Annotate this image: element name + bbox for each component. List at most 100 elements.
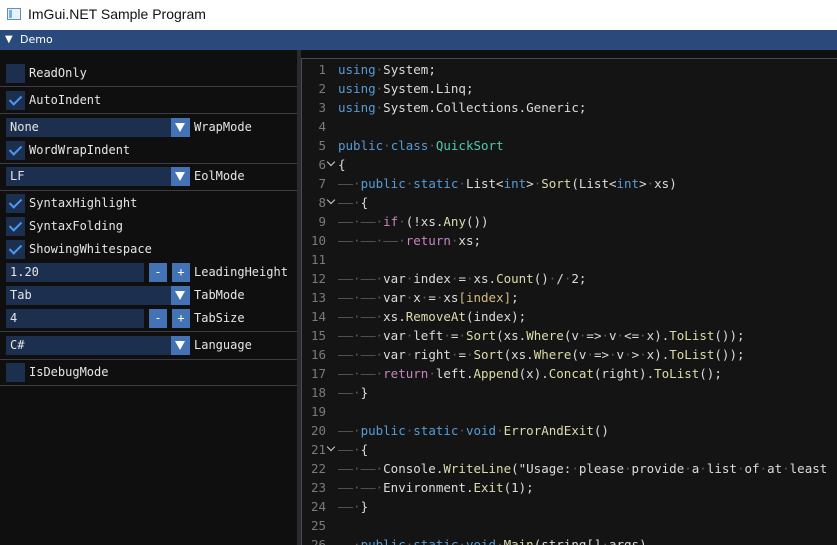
code-line[interactable]: ——·——·——·return·xs; xyxy=(338,231,481,250)
code-line[interactable]: ——·} xyxy=(338,497,368,516)
code-line[interactable]: { xyxy=(338,155,346,174)
code-token: Console. xyxy=(383,461,444,476)
code-line[interactable]: ——·——·Environment.Exit(1); xyxy=(338,478,534,497)
code-token: index xyxy=(413,271,451,286)
code-token: (x). xyxy=(518,366,549,381)
code-line[interactable]: ——·——·if·(!xs.Any()) xyxy=(338,212,489,231)
syntaxhighlight-checkbox[interactable] xyxy=(6,194,25,213)
showingwhitespace-label: ShowingWhitespace xyxy=(29,242,152,256)
window-titlebar: ImGui.NET Sample Program xyxy=(0,0,837,30)
code-token: ErrorAndExit xyxy=(503,423,594,438)
code-token: Append xyxy=(473,366,519,381)
code-token: · xyxy=(699,461,707,476)
tabsize-input[interactable]: 4 xyxy=(6,309,144,328)
code-token: ——· xyxy=(338,499,361,514)
leadingheight-input[interactable]: 1.20 xyxy=(6,263,144,282)
code-token: var xyxy=(383,328,406,343)
showingwhitespace-checkbox[interactable] xyxy=(6,240,25,259)
syntaxhighlight-row[interactable]: SyntaxHighlight xyxy=(0,192,297,215)
code-line[interactable]: using·System.Linq; xyxy=(338,79,473,98)
code-editor[interactable]: 1 using·System; 2 using·System.Linq; 3 using·… xyxy=(301,58,837,545)
code-token: ——·——· xyxy=(338,461,384,476)
chevron-down-icon[interactable] xyxy=(171,286,190,305)
separator xyxy=(0,385,297,386)
tabsize-increment-button[interactable]: + xyxy=(172,309,190,328)
code-token: = xyxy=(458,271,466,286)
code-line[interactable]: ——·——·var·x·=·xs[index]; xyxy=(338,288,519,307)
code-line[interactable]: ——·public·static·void·ErrorAndExit() xyxy=(338,421,609,440)
code-token: ToList xyxy=(669,347,715,362)
code-line[interactable]: ——·——·Console.WriteLine("Usage:·please·p… xyxy=(338,459,827,478)
code-token: int xyxy=(616,176,640,191)
code-line[interactable]: ——·public·static·List<int>·Sort(List<int… xyxy=(338,174,677,193)
code-token: list xyxy=(706,461,737,476)
line-number: 9 xyxy=(318,214,326,229)
showingwhitespace-row[interactable]: ShowingWhitespace xyxy=(0,238,297,261)
fold-chevron-icon[interactable] xyxy=(327,155,337,174)
code-token: (v xyxy=(563,328,579,343)
code-token: (index); xyxy=(465,309,527,324)
code-line[interactable]: using·System.Collections.Generic; xyxy=(338,98,586,117)
triangle-down-icon[interactable]: ▼ xyxy=(5,33,13,47)
code-token: using xyxy=(338,100,376,115)
code-line[interactable]: ——·——·xs.RemoveAt(index); xyxy=(338,307,526,326)
chevron-down-icon[interactable] xyxy=(171,167,190,186)
leadingheight-label: LeadingHeight xyxy=(194,265,288,279)
code-line[interactable]: ——·——·var·right·=·Sort(xs.Where(v·=>·v·>… xyxy=(338,345,745,364)
line-number: 10 xyxy=(310,233,326,248)
code-line[interactable]: ——·} xyxy=(338,383,368,402)
code-token: v xyxy=(616,347,625,362)
code-token: (string[] xyxy=(533,537,602,545)
line-number: 23 xyxy=(310,480,326,495)
code-line[interactable]: using·System; xyxy=(338,60,436,79)
autoindent-checkbox[interactable] xyxy=(6,91,25,110)
code-token: (!xs. xyxy=(405,214,444,229)
tabsize-value: 4 xyxy=(10,311,18,325)
wrapmode-value: None xyxy=(10,120,39,134)
separator xyxy=(0,190,297,191)
code-token: · xyxy=(586,347,594,362)
code-line[interactable]: ——·{ xyxy=(338,440,368,459)
isdebugmode-row[interactable]: IsDebugMode xyxy=(0,361,297,384)
code-token: / xyxy=(556,271,564,286)
wordwrapindent-checkbox[interactable] xyxy=(6,141,25,160)
wrapmode-combo[interactable]: None xyxy=(6,118,190,137)
chevron-down-icon[interactable] xyxy=(171,118,190,137)
imgui-window-titlebar[interactable]: ▼ Demo xyxy=(0,30,837,50)
code-line[interactable]: ——·——·return·left.Append(x).Concat(right… xyxy=(338,364,722,383)
syntaxfolding-checkbox[interactable] xyxy=(6,217,25,236)
leadingheight-decrement-button[interactable]: - xyxy=(149,263,167,282)
chevron-down-icon[interactable] xyxy=(171,336,190,355)
autoindent-row[interactable]: AutoIndent xyxy=(0,89,297,112)
tabsize-row: 4 - + TabSize xyxy=(0,307,297,330)
code-token: xs; xyxy=(458,233,481,248)
language-combo[interactable]: C# xyxy=(6,336,190,355)
code-line[interactable]: ——·public·static·void·Main(string[]·args… xyxy=(338,535,647,545)
tabmode-combo[interactable]: Tab xyxy=(6,286,190,305)
code-token: = xyxy=(428,290,436,305)
syntaxfolding-row[interactable]: SyntaxFolding xyxy=(0,215,297,238)
wordwrapindent-row[interactable]: WordWrapIndent xyxy=(0,139,297,162)
code-line[interactable]: ——·{ xyxy=(338,193,368,212)
isdebugmode-checkbox[interactable] xyxy=(6,363,25,382)
leadingheight-increment-button[interactable]: + xyxy=(172,263,190,282)
line-number: 5 xyxy=(318,138,326,153)
readonly-row[interactable]: ReadOnly xyxy=(0,62,297,85)
code-token: · xyxy=(458,537,466,545)
code-token: · xyxy=(646,176,655,191)
tabsize-decrement-button[interactable]: - xyxy=(149,309,167,328)
code-token: ——·——· xyxy=(338,347,384,362)
code-line[interactable]: ——·——·var·left·=·Sort(xs.Where(v·=>·v·<=… xyxy=(338,326,745,345)
code-line[interactable]: ——·——·var·index·=·xs.Count()·/·2; xyxy=(338,269,586,288)
code-token: ()); xyxy=(714,328,745,343)
readonly-checkbox[interactable] xyxy=(6,64,25,83)
eolmode-value: LF xyxy=(10,169,25,183)
fold-chevron-icon[interactable] xyxy=(327,440,337,459)
wrapmode-label: WrapMode xyxy=(194,120,252,134)
eolmode-combo[interactable]: LF xyxy=(6,167,190,186)
tabmode-value: Tab xyxy=(10,288,32,302)
code-token: System.Linq; xyxy=(383,81,474,96)
code-token: xs xyxy=(443,290,459,305)
fold-chevron-icon[interactable] xyxy=(327,193,337,212)
code-line[interactable]: public·class·QuickSort xyxy=(338,136,504,155)
